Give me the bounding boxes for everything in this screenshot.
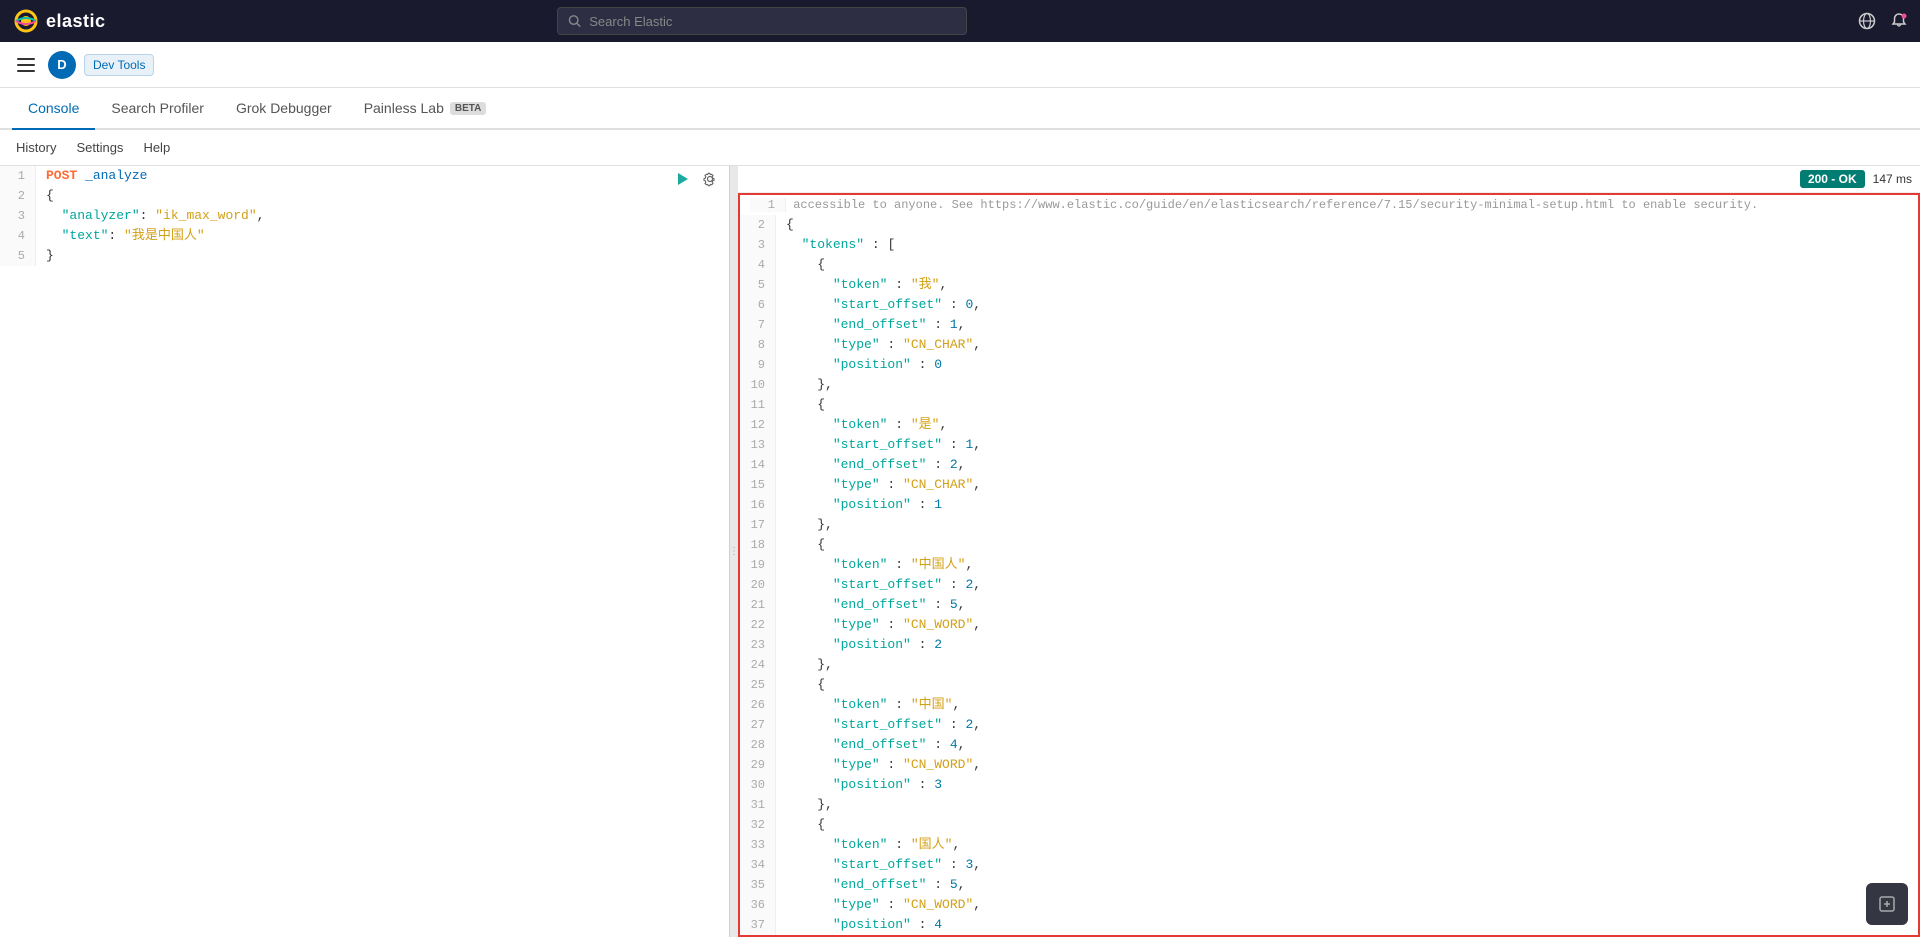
editor-line-5: 5 } (0, 246, 729, 266)
response-line-23: 23 "position" : 2 (740, 635, 1918, 655)
response-line-19: 19 "token" : "中国人", (740, 555, 1918, 575)
response-line-29: 29 "type" : "CN_WORD", (740, 755, 1918, 775)
notification-icon[interactable] (1890, 12, 1908, 30)
status-code-badge: 200 - OK (1800, 170, 1865, 188)
editor-line-3: 3 "analyzer": "ik_max_word", (0, 206, 729, 226)
devtools-badge-button[interactable]: Dev Tools (84, 54, 154, 76)
main-content-area: 1 POST _analyze 2 { 3 "analyzer": "ik_ma… (0, 166, 1920, 937)
response-line-20: 20 "start_offset" : 2, (740, 575, 1918, 595)
response-line-3: 3 "tokens" : [ (740, 235, 1918, 255)
response-line-31: 31 }, (740, 795, 1918, 815)
response-line-9: 9 "position" : 0 (740, 355, 1918, 375)
response-line-21: 21 "end_offset" : 5, (740, 595, 1918, 615)
logo-area: elastic (12, 7, 106, 35)
response-line-27: 27 "start_offset" : 2, (740, 715, 1918, 735)
secondary-navigation-bar: D Dev Tools (0, 42, 1920, 88)
response-line-26: 26 "token" : "中国", (740, 695, 1918, 715)
editor-line-4: 4 "text": "我是中国人" (0, 226, 729, 246)
top-navigation-bar: elastic (0, 0, 1920, 42)
editor-panel: 1 POST _analyze 2 { 3 "analyzer": "ik_ma… (0, 166, 730, 937)
response-line-24: 24 }, (740, 655, 1918, 675)
panel-divider[interactable]: ⋮ (730, 166, 738, 937)
response-line-4: 4 { (740, 255, 1918, 275)
response-status-bar: 200 - OK 147 ms (738, 166, 1920, 193)
response-line-36: 36 "type" : "CN_WORD", (740, 895, 1918, 915)
response-faded-text: 1 accessible to anyone. See https://www.… (740, 195, 1918, 215)
globe-icon[interactable] (1858, 12, 1876, 30)
global-search-bar[interactable] (557, 7, 967, 35)
editor-line-2: 2 { (0, 186, 729, 206)
response-line-37: 37 "position" : 4 (740, 915, 1918, 935)
response-code-area: 1 accessible to anyone. See https://www.… (738, 193, 1920, 937)
response-line-6: 6 "start_offset" : 0, (740, 295, 1918, 315)
response-line-2: 2 { (740, 215, 1918, 235)
response-line-25: 25 { (740, 675, 1918, 695)
response-line-33: 33 "token" : "国人", (740, 835, 1918, 855)
editor-line-1: 1 POST _analyze (0, 166, 729, 186)
response-line-14: 14 "end_offset" : 2, (740, 455, 1918, 475)
response-line-7: 7 "end_offset" : 1, (740, 315, 1918, 335)
response-line-22: 22 "type" : "CN_WORD", (740, 615, 1918, 635)
response-line-30: 30 "position" : 3 (740, 775, 1918, 795)
history-link[interactable]: History (16, 136, 56, 159)
run-button[interactable] (671, 168, 693, 190)
elastic-logo-icon (12, 7, 40, 35)
response-line-5: 5 "token" : "我", (740, 275, 1918, 295)
code-editor[interactable]: 1 POST _analyze 2 { 3 "analyzer": "ik_ma… (0, 166, 729, 937)
logo-text: elastic (46, 11, 106, 32)
response-line-13: 13 "start_offset" : 1, (740, 435, 1918, 455)
response-line-10: 10 }, (740, 375, 1918, 395)
settings-link[interactable]: Settings (76, 136, 123, 159)
help-link[interactable]: Help (143, 136, 170, 159)
tab-console[interactable]: Console (12, 88, 95, 130)
search-input[interactable] (589, 14, 956, 29)
response-line-28: 28 "end_offset" : 4, (740, 735, 1918, 755)
response-line-15: 15 "type" : "CN_CHAR", (740, 475, 1918, 495)
response-line-12: 12 "token" : "是", (740, 415, 1918, 435)
beta-badge: BETA (450, 102, 486, 115)
response-line-35: 35 "end_offset" : 5, (740, 875, 1918, 895)
response-line-18: 18 { (740, 535, 1918, 555)
response-line-8: 8 "type" : "CN_CHAR", (740, 335, 1918, 355)
tab-grok-debugger[interactable]: Grok Debugger (220, 88, 348, 130)
tab-search-profiler[interactable]: Search Profiler (95, 88, 220, 130)
response-line-34: 34 "start_offset" : 3, (740, 855, 1918, 875)
editor-actions (671, 168, 721, 190)
console-toolbar: History Settings Help (0, 130, 1920, 166)
bottom-right-action-button[interactable] (1866, 883, 1908, 925)
user-avatar-button[interactable]: D (48, 51, 76, 79)
response-line-11: 11 { (740, 395, 1918, 415)
response-line-17: 17 }, (740, 515, 1918, 535)
status-time: 147 ms (1873, 172, 1912, 186)
response-line-32: 32 { (740, 815, 1918, 835)
hamburger-menu-button[interactable] (12, 51, 40, 79)
response-panel: 200 - OK 147 ms 1 accessible to anyone. … (738, 166, 1920, 937)
response-line-16: 16 "position" : 1 (740, 495, 1918, 515)
search-icon (568, 14, 581, 28)
tab-painless-lab[interactable]: Painless Lab BETA (348, 88, 503, 130)
tab-bar: Console Search Profiler Grok Debugger Pa… (0, 88, 1920, 130)
topbar-right-icons (1858, 12, 1908, 30)
settings-icon[interactable] (699, 168, 721, 190)
